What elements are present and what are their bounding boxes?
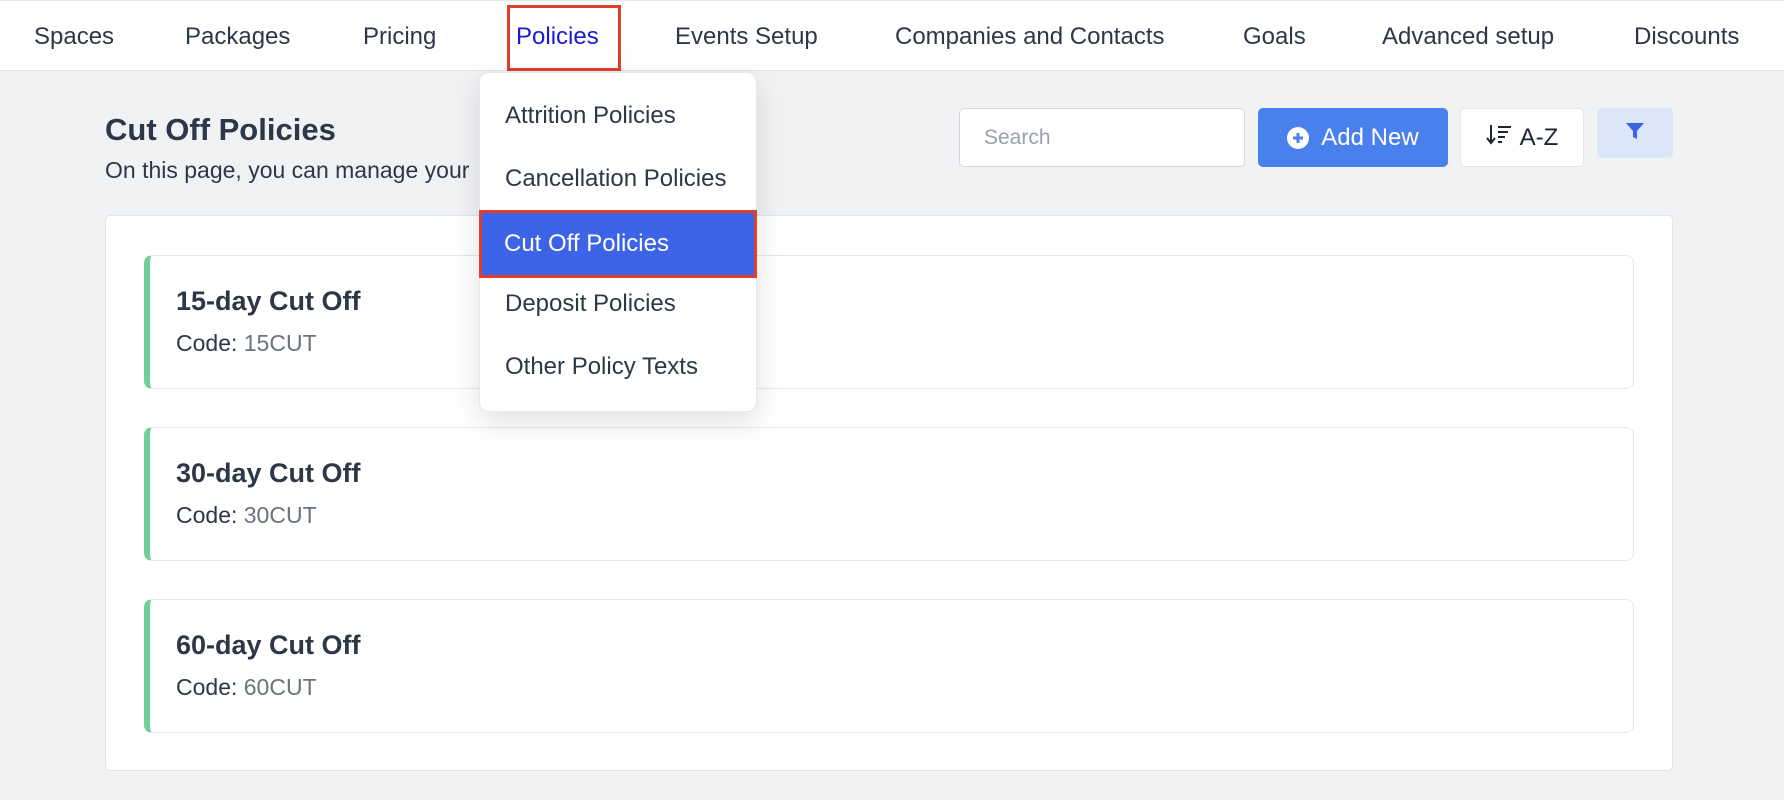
policy-code-label: Code:: [176, 674, 238, 700]
policy-code: Code: 30CUT: [176, 502, 317, 529]
menu-item-cancellation-policies[interactable]: Cancellation Policies: [480, 148, 756, 210]
menu-item-deposit-policies[interactable]: Deposit Policies: [480, 273, 756, 335]
nav-item-policies[interactable]: Policies: [516, 23, 599, 51]
search-input[interactable]: [959, 108, 1245, 167]
policy-code-label: Code:: [176, 330, 238, 356]
plus-circle-icon: [1287, 126, 1310, 149]
policy-name: 15-day Cut Off: [176, 286, 361, 316]
nav-item-companies-and-contacts[interactable]: Companies and Contacts: [895, 23, 1164, 51]
policy-card[interactable]: 15-day Cut Off Code: 15CUT: [144, 255, 1634, 389]
policy-name: 60-day Cut Off: [176, 630, 361, 660]
policy-card[interactable]: 30-day Cut Off Code: 30CUT: [144, 427, 1634, 561]
policy-code: Code: 15CUT: [176, 330, 317, 357]
policy-name: 30-day Cut Off: [176, 458, 361, 488]
policy-card[interactable]: 60-day Cut Off Code: 60CUT: [144, 599, 1634, 733]
menu-item-other-policy-texts[interactable]: Other Policy Texts: [480, 336, 756, 398]
policy-code-label: Code:: [176, 502, 238, 528]
nav-item-discounts[interactable]: Discounts: [1634, 23, 1739, 51]
nav-item-advanced-setup[interactable]: Advanced setup: [1382, 23, 1554, 51]
nav-item-goals[interactable]: Goals: [1243, 23, 1306, 51]
menu-item-cut-off-policies[interactable]: Cut Off Policies: [479, 210, 757, 278]
top-nav: Spaces Packages Pricing Policies Events …: [0, 0, 1784, 71]
page-title: Cut Off Policies: [105, 112, 336, 147]
nav-item-spaces[interactable]: Spaces: [34, 23, 114, 51]
filter-button[interactable]: [1597, 108, 1673, 158]
funnel-icon: [1625, 121, 1645, 146]
policy-code-value: 30CUT: [243, 502, 317, 528]
policy-code: Code: 60CUT: [176, 674, 317, 701]
sort-descending-icon: [1485, 123, 1512, 152]
add-new-label: Add New: [1321, 123, 1419, 151]
menu-item-attrition-policies[interactable]: Attrition Policies: [480, 85, 756, 147]
sort-button[interactable]: A-Z: [1460, 108, 1584, 167]
nav-item-pricing[interactable]: Pricing: [363, 23, 436, 51]
policy-code-value: 60CUT: [243, 674, 317, 700]
nav-item-packages[interactable]: Packages: [185, 23, 290, 51]
policy-code-value: 15CUT: [243, 330, 317, 356]
add-new-button[interactable]: Add New: [1258, 108, 1448, 167]
nav-item-events-setup[interactable]: Events Setup: [675, 23, 818, 51]
sort-label: A-Z: [1519, 123, 1559, 151]
